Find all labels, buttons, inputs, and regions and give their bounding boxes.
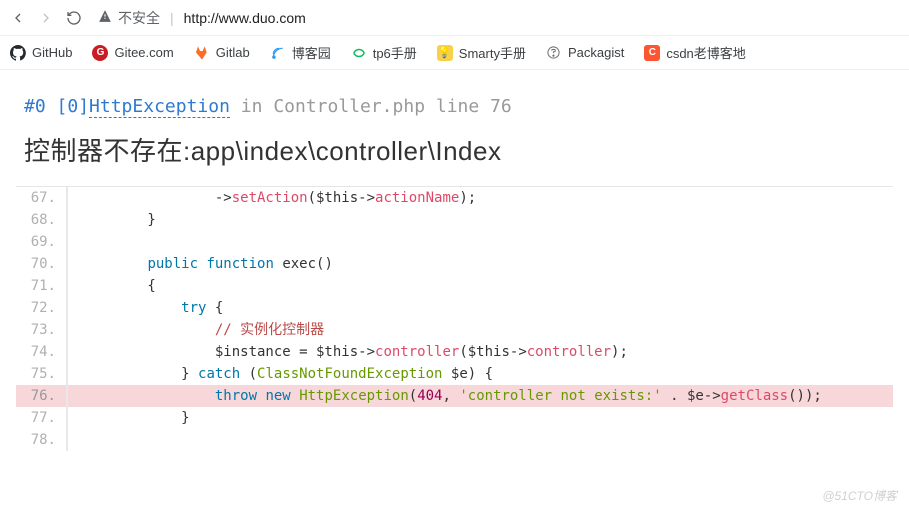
line-number: 74. — [16, 341, 68, 363]
code-line: } — [68, 209, 893, 231]
bookmark-label: Gitee.com — [114, 45, 173, 60]
insecure-icon — [98, 9, 112, 26]
url-separator: | — [170, 10, 174, 26]
bookmark-csdn[interactable]: Ccsdn老博客地 — [644, 43, 745, 62]
code-row: 71. { — [16, 275, 893, 297]
trace-bracket: [0] — [57, 96, 90, 117]
forward-button[interactable] — [36, 8, 56, 28]
code-snippet: 67. ->setAction($this->actionName);68. }… — [16, 186, 893, 451]
bookmark-smarty[interactable]: 💡 Smarty手册 — [437, 43, 526, 62]
bookmark-packagist[interactable]: Packagist — [546, 45, 624, 61]
error-title: 控制器不存在:app\index\controller\Index — [24, 131, 885, 168]
code-line: ->setAction($this->actionName); — [68, 187, 893, 209]
smarty-icon: 💡 — [437, 45, 453, 61]
bookmark-label: csdn老博客地 — [666, 43, 745, 62]
back-button[interactable] — [8, 8, 28, 28]
csdn-icon: C — [644, 45, 660, 61]
line-number: 78. — [16, 429, 68, 451]
browser-toolbar: 不安全 | http://www.duo.com — [0, 0, 909, 36]
code-line: try { — [68, 297, 893, 319]
bookmark-label: tp6手册 — [373, 43, 417, 62]
bookmark-label: Smarty手册 — [459, 43, 526, 62]
bookmark-gitlab[interactable]: Gitlab — [194, 45, 250, 61]
code-line: throw new HttpException(404, 'controller… — [68, 385, 893, 407]
code-line — [68, 429, 893, 451]
code-row: 70. public function exec() — [16, 253, 893, 275]
line-number: 77. — [16, 407, 68, 429]
bookmark-label: Packagist — [568, 45, 624, 60]
reload-button[interactable] — [64, 8, 84, 28]
bookmark-gitee[interactable]: G Gitee.com — [92, 45, 173, 61]
code-line: } — [68, 407, 893, 429]
github-icon — [10, 45, 26, 61]
bookmark-cnblogs[interactable]: 博客园 — [270, 43, 331, 62]
bookmark-github[interactable]: GitHub — [10, 45, 72, 61]
code-row: 77. } — [16, 407, 893, 429]
line-number: 73. — [16, 319, 68, 341]
code-row: 73. // 实例化控制器 — [16, 319, 893, 341]
url-text: http://www.duo.com — [184, 10, 306, 26]
code-row: 72. try { — [16, 297, 893, 319]
stack-trace-line: #0 [0]HttpException in Controller.php li… — [24, 96, 885, 117]
code-line: public function exec() — [68, 253, 893, 275]
watermark: @51CTO博客 — [822, 487, 897, 504]
line-number: 71. — [16, 275, 68, 297]
code-line — [68, 231, 893, 253]
cnblogs-icon — [270, 45, 286, 61]
exception-link[interactable]: HttpException — [89, 96, 230, 118]
code-row: 68. } — [16, 209, 893, 231]
code-row: 75. } catch (ClassNotFoundException $e) … — [16, 363, 893, 385]
line-number: 70. — [16, 253, 68, 275]
bookmark-tp6[interactable]: tp6手册 — [351, 43, 417, 62]
gitlab-icon — [194, 45, 210, 61]
line-number: 69. — [16, 231, 68, 253]
bookmark-label: 博客园 — [292, 43, 331, 62]
error-page: #0 [0]HttpException in Controller.php li… — [0, 70, 909, 451]
code-row: 78. — [16, 429, 893, 451]
code-line: { — [68, 275, 893, 297]
gitee-icon: G — [92, 45, 108, 61]
packagist-icon — [546, 45, 562, 61]
line-number: 72. — [16, 297, 68, 319]
code-row: 69. — [16, 231, 893, 253]
address-bar[interactable]: 不安全 | http://www.duo.com — [92, 8, 901, 28]
trace-index: #0 — [24, 96, 46, 117]
bookmark-label: Gitlab — [216, 45, 250, 60]
in-label: in — [241, 96, 263, 117]
tp6-icon — [351, 45, 367, 61]
code-line: } catch (ClassNotFoundException $e) { — [68, 363, 893, 385]
bookmarks-bar: GitHub G Gitee.com Gitlab 博客园 tp6手册 💡 Smar… — [0, 36, 909, 70]
line-number: 76. — [16, 385, 68, 407]
line-number: 75. — [16, 363, 68, 385]
insecure-label: 不安全 — [118, 8, 160, 28]
code-line: // 实例化控制器 — [68, 319, 893, 341]
code-row-highlight: 76. throw new HttpException(404, 'contro… — [16, 385, 893, 407]
code-row: 74. $instance = $this->controller($this-… — [16, 341, 893, 363]
bookmark-label: GitHub — [32, 45, 72, 60]
line-number: 68. — [16, 209, 68, 231]
code-row: 67. ->setAction($this->actionName); — [16, 187, 893, 209]
file-location: Controller.php line 76 — [273, 96, 511, 117]
line-number: 67. — [16, 187, 68, 209]
code-line: $instance = $this->controller($this->con… — [68, 341, 893, 363]
